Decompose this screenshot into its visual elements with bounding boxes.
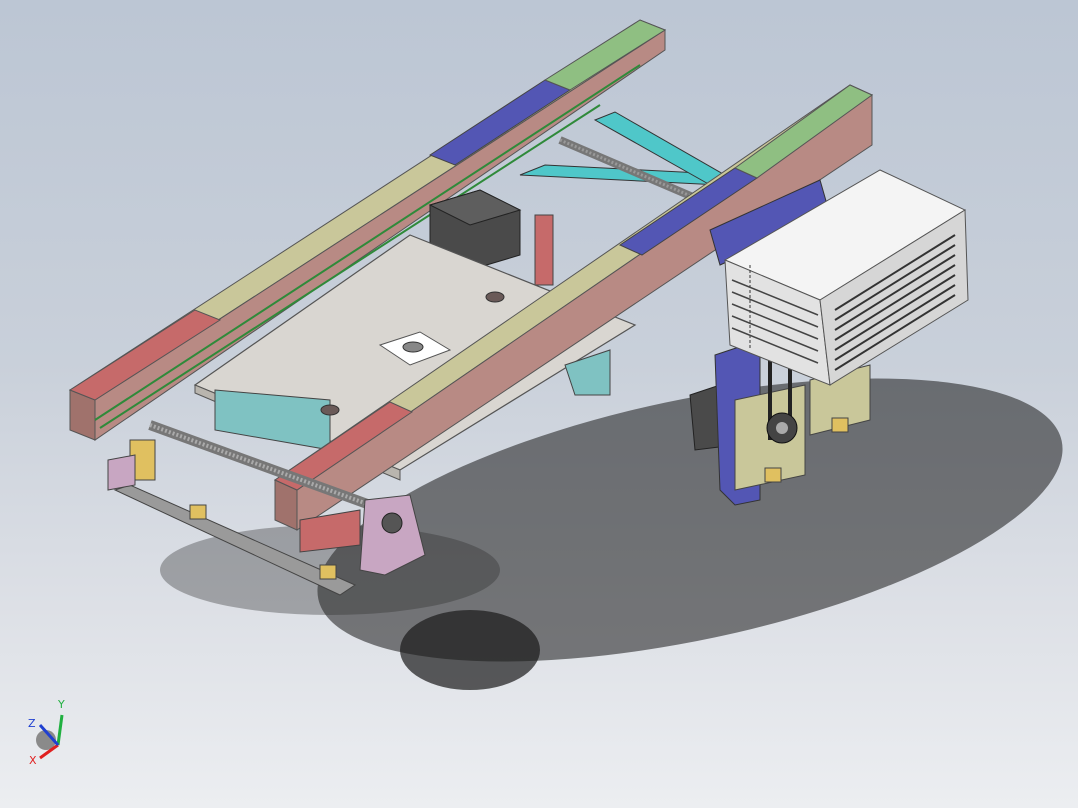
x-axis-label: X xyxy=(29,754,37,767)
coordinate-triad: Y Z X xyxy=(28,698,65,767)
y-axis xyxy=(56,714,64,746)
cad-viewport[interactable]: Y Z X xyxy=(0,0,1078,808)
z-axis-label: Z xyxy=(28,717,36,730)
y-axis-label: Y xyxy=(57,698,65,711)
